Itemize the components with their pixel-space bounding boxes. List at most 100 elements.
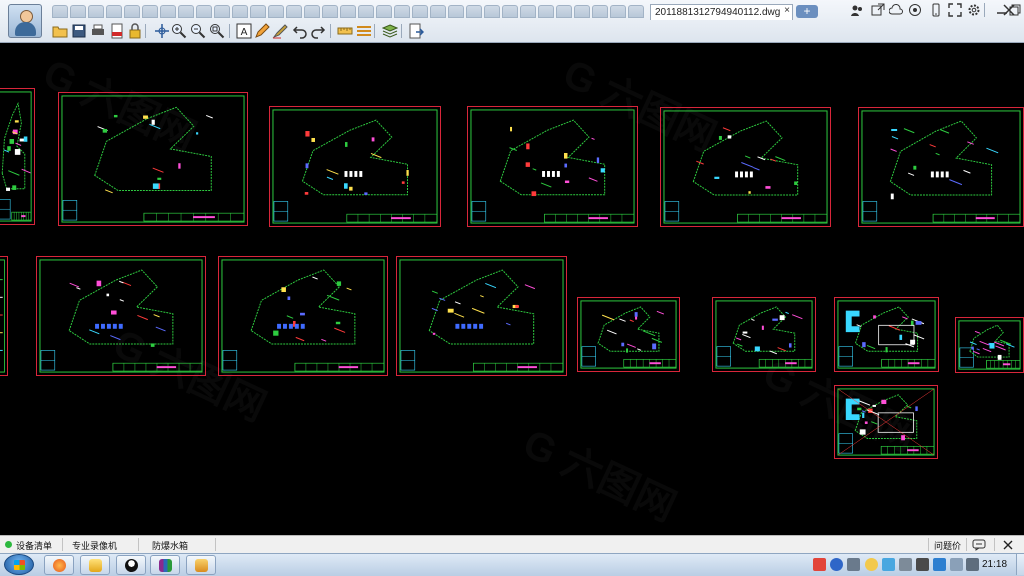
tab-slot[interactable] [322,5,338,18]
tray-help-icon[interactable] [830,558,843,571]
tab-slot[interactable] [430,5,446,18]
taskbar-app-qq[interactable] [116,555,146,575]
taskbar-app-winrar[interactable] [150,555,180,575]
drawing-sheet[interactable] [0,256,8,376]
save-icon[interactable] [71,23,87,39]
tab-slot[interactable] [592,5,608,18]
lock-icon[interactable] [127,23,143,39]
drawing-sheet[interactable] [269,106,441,227]
tab-slot[interactable] [232,5,248,18]
redo-icon[interactable] [310,23,326,39]
drawing-sheet[interactable] [660,107,831,227]
tab-slot[interactable] [376,5,392,18]
tab-slot[interactable] [196,5,212,18]
drawing-sheet[interactable] [834,385,938,459]
tab-slot[interactable] [484,5,500,18]
pdf-icon[interactable] [109,23,125,39]
tray-signal-icon[interactable] [950,558,963,571]
settings-icon[interactable] [967,3,981,17]
zoom-in-icon[interactable] [171,23,187,39]
tab-slot[interactable] [412,5,428,18]
mobile-icon[interactable] [929,3,943,17]
drawing-sheet[interactable] [58,92,248,226]
zoom-window-icon[interactable] [209,23,225,39]
tab-slot[interactable] [250,5,266,18]
tab-slot[interactable] [142,5,158,18]
drawing-sheet[interactable] [36,256,206,376]
chat-icon[interactable] [972,539,986,551]
tray-monitor-icon[interactable] [916,558,929,571]
status-item-device-list[interactable]: 设备清单 [16,539,52,552]
measure-icon[interactable] [337,23,353,39]
tab-slot[interactable] [448,5,464,18]
file-tab-close-icon[interactable]: × [784,5,790,16]
open-icon[interactable] [52,23,68,39]
tab-slot[interactable] [394,5,410,18]
undo-icon[interactable] [292,23,308,39]
collaborate-icon[interactable] [908,3,922,17]
tab-slot[interactable] [304,5,320,18]
text-icon[interactable]: A [236,23,252,39]
taskbar-clock[interactable]: 21:18 [982,559,1007,570]
tab-slot[interactable] [556,5,572,18]
tray-sogou-icon[interactable] [813,558,826,571]
drawing-sheet[interactable] [0,88,35,225]
start-button[interactable] [4,554,34,575]
tray-flag-icon[interactable] [933,558,946,571]
new-tab-button[interactable]: + [796,5,818,18]
tab-slot[interactable] [628,5,644,18]
tab-slot[interactable] [610,5,626,18]
drawing-sheet[interactable] [834,297,939,372]
drawing-sheet[interactable] [467,106,638,227]
tab-slot[interactable] [466,5,482,18]
file-tab[interactable]: 20118813127949​40112.dwg × [650,4,793,20]
tab-slot[interactable] [124,5,140,18]
tab-slot[interactable] [502,5,518,18]
pen-icon[interactable] [254,23,270,39]
tab-slot[interactable] [538,5,554,18]
drawing-sheet[interactable] [396,256,567,376]
tab-slot[interactable] [88,5,104,18]
markup-icon[interactable] [272,23,288,39]
tab-slot[interactable] [574,5,590,18]
taskbar-app-file-manager[interactable] [186,555,216,575]
pan-icon[interactable] [154,23,170,39]
tab-slot[interactable] [52,5,68,18]
tab-slot[interactable] [340,5,356,18]
tab-slot[interactable] [160,5,176,18]
tray-emoji-icon[interactable] [865,558,878,571]
share-icon[interactable] [850,3,864,17]
close-icon[interactable] [1002,3,1016,17]
drawing-sheet[interactable] [218,256,388,376]
drawing-sheet[interactable] [955,317,1024,373]
taskbar-app-favorites[interactable] [80,555,110,575]
status-item-recorder[interactable]: 专业录像机 [72,539,117,552]
user-avatar[interactable] [8,4,42,38]
layers-stack-icon[interactable] [382,23,398,39]
tab-slot[interactable] [358,5,374,18]
tab-slot[interactable] [268,5,284,18]
tab-slot[interactable] [70,5,86,18]
drawing-sheet[interactable] [858,107,1024,227]
close-icon[interactable] [1003,540,1013,550]
zoom-out-icon[interactable] [190,23,206,39]
status-question-link[interactable]: 问题价 [934,539,961,552]
tab-slot[interactable] [178,5,194,18]
drawing-sheet[interactable] [577,297,680,372]
show-desktop-button[interactable] [1016,554,1024,575]
layer-icon[interactable] [356,23,372,39]
tab-slot[interactable] [520,5,536,18]
drawing-sheet[interactable] [712,297,816,372]
taskbar-app-firefox[interactable] [44,555,74,575]
tab-slot[interactable] [106,5,122,18]
export-icon[interactable] [408,23,424,39]
drawing-canvas[interactable]: G 六图网 G 六图网 G 六图网 G 六图网 G 六图网 [0,43,1024,535]
open-external-icon[interactable] [871,3,885,17]
tab-slot[interactable] [286,5,302,18]
tray-network-icon[interactable] [882,558,895,571]
status-item-water-tank[interactable]: 防爆水箱 [152,539,188,552]
tray-volume-icon[interactable] [966,558,979,571]
tab-slot[interactable] [214,5,230,18]
cloud-icon[interactable] [889,3,903,17]
fullscreen-icon[interactable] [948,3,962,17]
